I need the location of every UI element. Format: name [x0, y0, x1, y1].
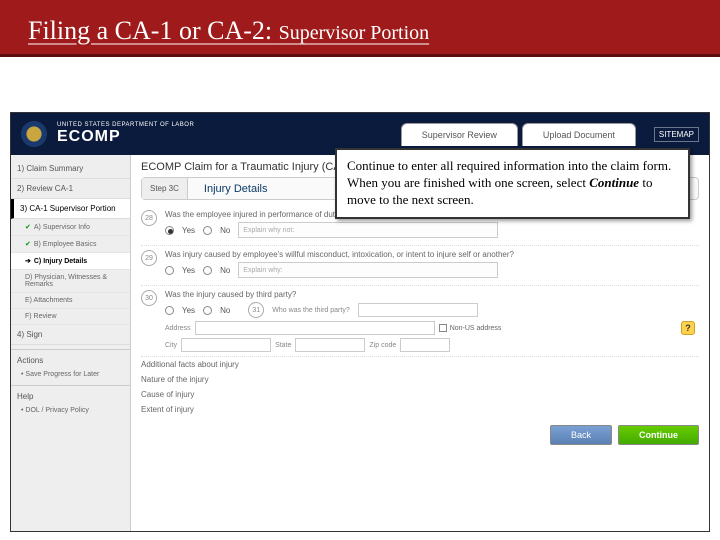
q28-yes-radio[interactable]	[165, 226, 174, 235]
sidebar-supervisor-portion[interactable]: 3) CA-1 Supervisor Portion	[11, 199, 130, 219]
sidebar-claim-summary[interactable]: 1) Claim Summary	[11, 159, 130, 179]
address-input[interactable]	[195, 321, 435, 335]
sitemap-link[interactable]: SITEMAP	[654, 127, 699, 142]
callout-emphasis: Continue	[589, 175, 639, 190]
addr-label: Address	[165, 325, 191, 332]
slide-header: Filing a CA-1 or CA-2: Supervisor Portio…	[0, 0, 720, 57]
nature-injury-label: Nature of the injury	[141, 375, 209, 384]
brand-block: UNITED STATES DEPARTMENT OF LABOR ECOMP	[57, 122, 194, 146]
q31-label: Who was the third party?	[272, 307, 349, 314]
sidebar-sub-employee-basics[interactable]: ✔B) Employee Basics	[11, 236, 130, 253]
q30-yes-radio[interactable]	[165, 306, 174, 315]
q30-text: Was the injury caused by third party?	[165, 290, 699, 299]
title-main: Filing a CA-1 or CA-2:	[28, 16, 272, 45]
additional-facts-label: Additional facts about injury	[141, 360, 239, 369]
sidebar-sign[interactable]: 4) Sign	[11, 325, 130, 345]
sidebar-sub-supervisor-info[interactable]: ✔A) Supervisor Info	[11, 219, 130, 236]
sidebar-review-ca1[interactable]: 2) Review CA-1	[11, 179, 130, 199]
qnum-29: 29	[141, 250, 157, 266]
city-input[interactable]	[181, 338, 271, 352]
qnum-30: 30	[141, 290, 157, 306]
sidebar-sub-attachments[interactable]: E) Attachments	[11, 293, 130, 309]
state-input[interactable]	[295, 338, 365, 352]
arrow-right-icon: ➔	[25, 258, 31, 265]
non-us-check[interactable]: Non-US address	[439, 324, 502, 332]
continue-button[interactable]: Continue	[618, 425, 699, 445]
dol-seal-icon	[21, 121, 47, 147]
check-icon: ✔	[25, 241, 31, 248]
top-tabs: Supervisor Review Upload Document	[401, 123, 636, 146]
q29-explain-input[interactable]: Explain why:	[238, 262, 498, 278]
qnum-28: 28	[141, 210, 157, 226]
step-indicator: Step 3C	[142, 178, 188, 199]
check-icon: ✔	[25, 224, 31, 231]
state-label: State	[275, 342, 291, 349]
section-title: Injury Details	[198, 179, 274, 199]
back-button[interactable]: Back	[550, 425, 612, 445]
qnum-31: 31	[248, 302, 264, 318]
q29-yes-radio[interactable]	[165, 266, 174, 275]
question-29: 29 Was injury caused by employee's willf…	[141, 246, 699, 286]
sidebar-sub-review[interactable]: F) Review	[11, 309, 130, 325]
sidebar: 1) Claim Summary 2) Review CA-1 3) CA-1 …	[11, 155, 131, 531]
zip-input[interactable]	[400, 338, 450, 352]
q30-no-radio[interactable]	[203, 306, 212, 315]
cause-injury-label: Cause of injury	[141, 390, 194, 399]
button-row: Back Continue	[141, 417, 699, 445]
title-sub: Supervisor Portion	[279, 22, 430, 44]
slide-title: Filing a CA-1 or CA-2: Supervisor Portio…	[28, 16, 692, 46]
tab-upload-document[interactable]: Upload Document	[522, 123, 636, 146]
zip-label: Zip code	[369, 342, 396, 349]
instruction-callout: Continue to enter all required informati…	[335, 148, 690, 219]
sidebar-save-progress[interactable]: • Save Progress for Later	[11, 368, 130, 381]
sidebar-privacy-link[interactable]: • DOL / Privacy Policy	[11, 404, 130, 417]
sidebar-actions-header: Actions	[11, 349, 130, 368]
sidebar-sub-injury-details[interactable]: ➔C) Injury Details	[11, 253, 130, 270]
q28-explain-input[interactable]: Explain why not:	[238, 222, 498, 238]
extent-injury-label: Extent of injury	[141, 405, 194, 414]
checkbox-icon	[439, 324, 447, 332]
third-party-input[interactable]	[358, 303, 478, 317]
ecomp-label: ECOMP	[57, 128, 194, 146]
help-icon[interactable]: ?	[681, 321, 695, 335]
q28-no-radio[interactable]	[203, 226, 212, 235]
sidebar-sub-physician[interactable]: D) Physician, Witnesses & Remarks	[11, 270, 130, 293]
q29-text: Was injury caused by employee's willful …	[165, 250, 699, 259]
tab-supervisor-review[interactable]: Supervisor Review	[401, 123, 518, 146]
bottom-fields: Additional facts about injury Nature of …	[141, 357, 699, 417]
city-label: City	[165, 342, 177, 349]
question-30: 30 Was the injury caused by third party?…	[141, 286, 699, 357]
sidebar-help-header: Help	[11, 385, 130, 404]
q29-no-radio[interactable]	[203, 266, 212, 275]
